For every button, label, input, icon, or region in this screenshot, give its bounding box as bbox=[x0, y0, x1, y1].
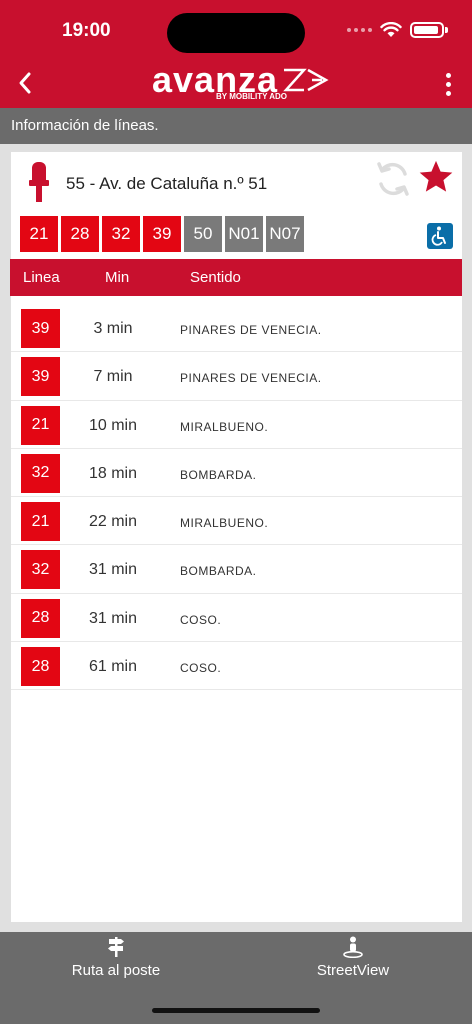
more-options-button[interactable] bbox=[438, 70, 458, 98]
row-minutes: 31 min bbox=[88, 609, 138, 627]
app-header: 19:00 avanza BY MOBILITY ADO bbox=[0, 0, 472, 108]
row-line-badge: 39 bbox=[21, 309, 60, 348]
back-button[interactable] bbox=[10, 66, 40, 100]
streetview-button[interactable]: StreetView bbox=[253, 936, 453, 986]
line-chip-32[interactable]: 32 bbox=[102, 216, 140, 252]
arrival-row: 39 7 min PINARES DE VENECIA. bbox=[11, 352, 462, 401]
route-to-stop-button[interactable]: Ruta al poste bbox=[16, 936, 216, 986]
arrival-row: 28 61 min COSO. bbox=[11, 642, 462, 691]
row-destination: BOMBARDA. bbox=[180, 564, 257, 579]
row-destination: COSO. bbox=[180, 612, 222, 627]
row-minutes: 10 min bbox=[88, 416, 138, 434]
arrivals-list: 39 3 min PINARES DE VENECIA. 39 7 min PI… bbox=[11, 304, 462, 691]
arrival-row: 21 10 min MIRALBUENO. bbox=[11, 401, 462, 449]
row-minutes: 3 min bbox=[93, 320, 133, 337]
dynamic-island bbox=[167, 13, 305, 53]
cellular-signal-icon bbox=[347, 28, 372, 32]
refresh-button[interactable] bbox=[375, 160, 411, 203]
row-line-badge: 32 bbox=[21, 550, 60, 590]
line-chip-n07[interactable]: N07 bbox=[266, 216, 304, 252]
row-line-badge: 32 bbox=[21, 453, 60, 493]
stop-name: 55 - Av. de Cataluña n.º 51 bbox=[66, 174, 268, 193]
arrival-row: 21 22 min MIRALBUENO. bbox=[11, 497, 462, 546]
arrival-row: 28 31 min COSO. bbox=[11, 594, 462, 643]
star-icon bbox=[419, 160, 453, 192]
row-destination: PINARES DE VENECIA. bbox=[180, 323, 322, 337]
column-header-linea: Linea bbox=[23, 269, 60, 286]
signpost-icon bbox=[108, 937, 124, 957]
chevron-left-icon bbox=[19, 72, 31, 94]
row-line-badge: 21 bbox=[21, 405, 60, 445]
column-header-sentido: Sentido bbox=[190, 269, 241, 286]
battery-icon bbox=[410, 22, 444, 38]
accessibility-badge bbox=[427, 223, 453, 249]
status-indicators bbox=[347, 22, 448, 38]
row-destination: PINARES DE VENECIA. bbox=[180, 371, 322, 386]
arrival-row: 39 3 min PINARES DE VENECIA. bbox=[11, 304, 462, 353]
stop-row: 55 - Av. de Cataluña n.º 51 bbox=[11, 152, 462, 212]
line-chip-50[interactable]: 50 bbox=[184, 216, 222, 252]
line-chip-n01[interactable]: N01 bbox=[225, 216, 263, 252]
bottom-toolbar: Ruta al poste StreetView bbox=[0, 932, 472, 1024]
lines-filter: 21 28 32 39 50 N01 N07 bbox=[20, 216, 304, 252]
row-destination: COSO. bbox=[180, 661, 222, 676]
line-chip-28[interactable]: 28 bbox=[61, 216, 99, 252]
wifi-icon bbox=[380, 22, 402, 37]
logo-subtitle: BY MOBILITY ADO bbox=[216, 92, 287, 101]
logo-arrows-icon bbox=[283, 68, 329, 92]
favorite-button[interactable] bbox=[417, 158, 455, 201]
pegman-icon bbox=[343, 936, 363, 958]
status-time: 19:00 bbox=[62, 20, 111, 41]
more-vertical-icon bbox=[445, 72, 451, 78]
row-minutes: 7 min bbox=[93, 368, 133, 386]
bus-stop-icon bbox=[29, 162, 49, 202]
row-line-badge: 28 bbox=[21, 647, 60, 687]
avanza-logo: avanza BY MOBILITY ADO bbox=[152, 62, 330, 104]
arrival-row: 32 31 min BOMBARDA. bbox=[11, 545, 462, 594]
route-to-stop-label: Ruta al poste bbox=[71, 962, 161, 979]
row-minutes: 22 min bbox=[88, 513, 138, 531]
section-title: Información de líneas. bbox=[0, 108, 472, 144]
row-minutes: 31 min bbox=[88, 561, 138, 579]
row-destination: MIRALBUENO. bbox=[180, 516, 269, 531]
stop-info-card: 55 - Av. de Cataluña n.º 51 21 28 32 39 … bbox=[10, 152, 462, 922]
column-header-min: Min bbox=[105, 269, 130, 286]
row-destination: MIRALBUENO. bbox=[180, 419, 269, 434]
wheelchair-icon bbox=[431, 226, 446, 246]
row-line-badge: 28 bbox=[21, 598, 60, 638]
arrivals-table-header: Linea Min Sentido bbox=[10, 259, 462, 296]
row-line-badge: 21 bbox=[21, 502, 60, 542]
row-destination: BOMBARDA. bbox=[180, 467, 257, 482]
line-chip-39[interactable]: 39 bbox=[143, 216, 181, 252]
row-minutes: 18 min bbox=[88, 464, 138, 482]
arrival-row: 32 18 min BOMBARDA. bbox=[11, 449, 462, 498]
home-indicator[interactable] bbox=[152, 1008, 320, 1013]
row-line-badge: 39 bbox=[21, 357, 60, 397]
refresh-icon bbox=[377, 162, 409, 196]
row-minutes: 61 min bbox=[88, 658, 138, 676]
line-chip-21[interactable]: 21 bbox=[20, 216, 58, 252]
streetview-label: StreetView bbox=[316, 962, 390, 979]
